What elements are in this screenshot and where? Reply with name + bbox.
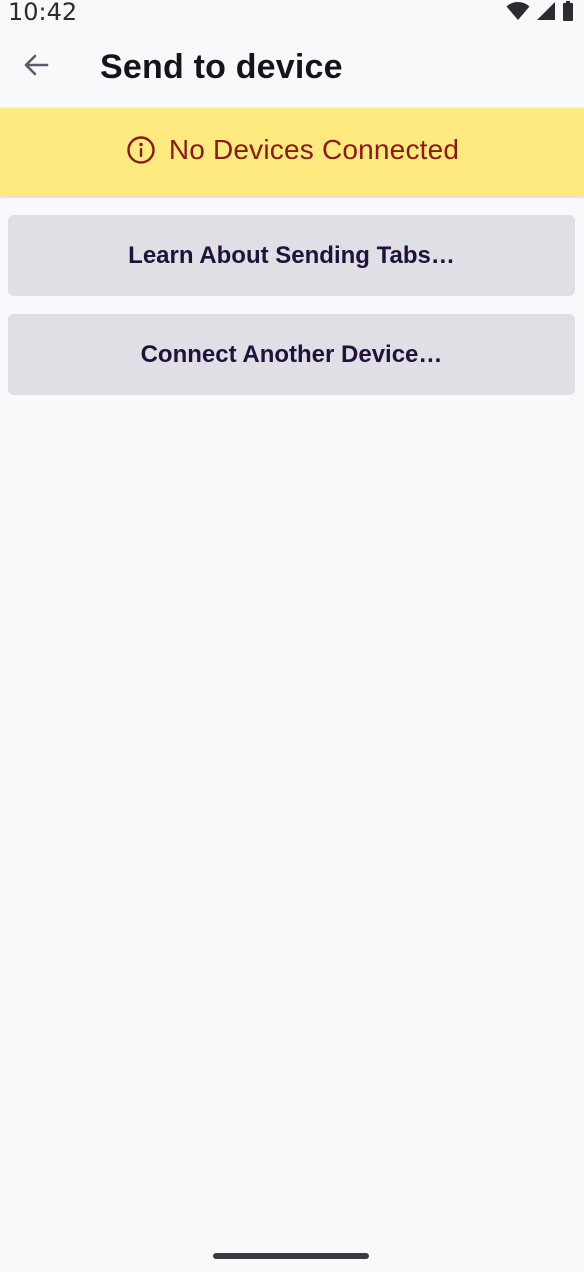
connect-another-device-label: Connect Another Device… (140, 340, 443, 368)
learn-about-sending-tabs-label: Learn About Sending Tabs… (128, 241, 455, 269)
send-to-device-screen: 10:42 Send to device No Devices Connecte… (0, 0, 584, 1272)
wifi-icon (506, 1, 530, 26)
back-button[interactable] (6, 37, 66, 97)
info-icon (125, 134, 157, 166)
app-bar: Send to device (0, 26, 584, 108)
battery-icon (562, 0, 574, 26)
banner-content: No Devices Connected (125, 134, 459, 166)
cellular-signal-icon (536, 1, 556, 26)
connect-another-device-button[interactable]: Connect Another Device… (8, 314, 575, 395)
status-time: 10:42 (8, 0, 78, 26)
gesture-nav-handle[interactable] (213, 1253, 369, 1259)
banner-text: No Devices Connected (168, 134, 460, 165)
status-icons (506, 0, 576, 26)
page-title: Send to device (100, 47, 343, 86)
arrow-back-icon (22, 51, 50, 84)
learn-about-sending-tabs-button[interactable]: Learn About Sending Tabs… (8, 215, 575, 296)
status-bar: 10:42 (0, 0, 584, 26)
no-devices-banner: No Devices Connected (0, 108, 584, 196)
